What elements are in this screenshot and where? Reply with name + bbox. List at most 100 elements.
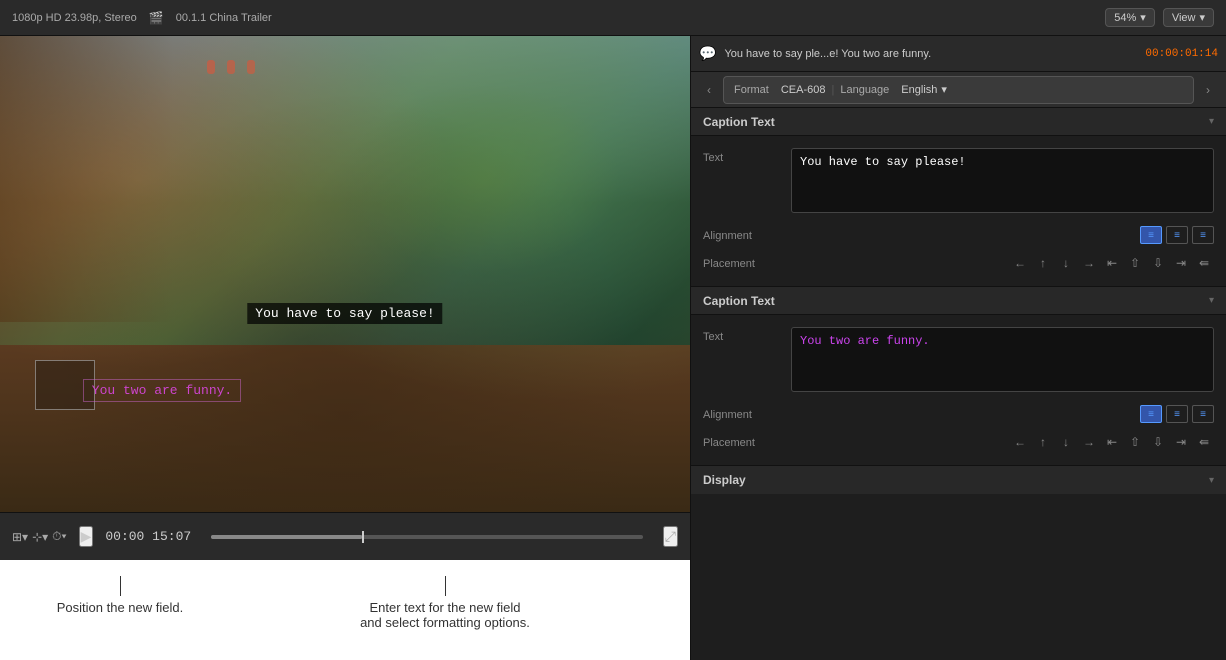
inspector-body[interactable]: Caption Text ▾ Text You have to say plea… bbox=[691, 108, 1226, 660]
video-area[interactable]: You have to say please! You two are funn… bbox=[0, 36, 690, 512]
language-value: English bbox=[901, 84, 937, 96]
play-button[interactable]: ▶ bbox=[79, 526, 94, 547]
section1-alignment-buttons: ≡ ≡ ≡ bbox=[791, 226, 1214, 244]
section2-placement-buttons: ← ↑ ↓ → ⇤ ⇧ ⇩ ⇥ ⇚ bbox=[791, 433, 1214, 451]
section1-text-row: Text You have to say please! bbox=[691, 144, 1226, 222]
caption-white-text: You have to say please! bbox=[255, 306, 434, 321]
section1-text-value[interactable]: You have to say please! bbox=[791, 148, 1214, 218]
placement-far-down-2[interactable]: ⇩ bbox=[1148, 433, 1168, 451]
align-center-button-1[interactable]: ≡ bbox=[1166, 226, 1188, 244]
view-toggle-button[interactable]: ⊞▾ bbox=[12, 530, 28, 544]
placement-reset-2[interactable]: ⇚ bbox=[1194, 433, 1214, 451]
placement-far-right-2[interactable]: ⇥ bbox=[1171, 433, 1191, 451]
section1-alignment-label: Alignment bbox=[703, 226, 783, 242]
caption-navbar: ‹ Format CEA-608 | Language English ▾ › bbox=[691, 72, 1226, 108]
align-left-button-2[interactable]: ≡ bbox=[1140, 405, 1162, 423]
section3-chevron: ▾ bbox=[1209, 475, 1214, 486]
caption-current-preview: You have to say ple...e! You two are fun… bbox=[724, 48, 1137, 60]
zoom-chevron: ▾ bbox=[1140, 11, 1146, 24]
align-left-button-1[interactable]: ≡ bbox=[1140, 226, 1162, 244]
placement-far-right-1[interactable]: ⇥ bbox=[1171, 254, 1191, 272]
top-bar-center: 54% ▾ View ▾ bbox=[1105, 8, 1214, 27]
language-selector[interactable]: English ▾ bbox=[901, 83, 947, 96]
video-background: You have to say please! You two are funn… bbox=[0, 36, 690, 512]
playback-controls-left: ⊞▾ ⊹▾ ⏱▾ bbox=[12, 529, 67, 544]
align-right-button-1[interactable]: ≡ bbox=[1192, 226, 1214, 244]
section2-textarea[interactable]: You two are funny. bbox=[791, 327, 1214, 392]
section2-text-value[interactable]: You two are funny. bbox=[791, 327, 1214, 397]
nav-back-button[interactable]: ‹ bbox=[695, 76, 723, 104]
section1-chevron: ▾ bbox=[1209, 116, 1214, 127]
nav-forward-button[interactable]: › bbox=[1194, 76, 1222, 104]
placement-left-2[interactable]: ← bbox=[1010, 433, 1030, 451]
placement-down-2[interactable]: ↓ bbox=[1056, 433, 1076, 451]
placement-far-up-1[interactable]: ⇧ bbox=[1125, 254, 1145, 272]
caption-topbar: 💬 You have to say ple...e! You two are f… bbox=[691, 36, 1226, 72]
placement-reset-1[interactable]: ⇚ bbox=[1194, 254, 1214, 272]
section3-header[interactable]: Display ▾ bbox=[691, 466, 1226, 494]
view-label: View bbox=[1172, 12, 1196, 24]
caption-white: You have to say please! bbox=[247, 303, 442, 324]
nav-back-icon: ‹ bbox=[707, 83, 711, 97]
fullscreen-button[interactable]: ⤢ bbox=[663, 526, 678, 547]
section1-header[interactable]: Caption Text ▾ bbox=[691, 108, 1226, 136]
placement-far-left-2[interactable]: ⇤ bbox=[1102, 433, 1122, 451]
section2-alignment-row: Alignment ≡ ≡ ≡ bbox=[691, 401, 1226, 429]
section2-text-label: Text bbox=[703, 327, 783, 343]
view-chevron: ▾ bbox=[1199, 11, 1205, 24]
placement-right-1[interactable]: → bbox=[1079, 254, 1099, 272]
section1-text-label: Text bbox=[703, 148, 783, 164]
section2-header[interactable]: Caption Text ▾ bbox=[691, 287, 1226, 315]
section1-title: Caption Text bbox=[703, 115, 775, 129]
clip-name: 00.1.1 China Trailer bbox=[176, 12, 272, 24]
zoom-value: 54% bbox=[1114, 12, 1136, 24]
placement-up-2[interactable]: ↑ bbox=[1033, 433, 1053, 451]
timecode-current: 00:00 bbox=[105, 529, 144, 544]
language-label: Language bbox=[840, 84, 889, 96]
annotation-right: Enter text for the new fieldand select f… bbox=[220, 576, 670, 630]
section2-placement-row: Placement ← ↑ ↓ → ⇤ ⇧ ⇩ ⇥ ⇚ bbox=[691, 429, 1226, 457]
caption-magenta-text: You two are funny. bbox=[92, 383, 232, 398]
align-center-button-2[interactable]: ≡ bbox=[1166, 405, 1188, 423]
placement-far-down-1[interactable]: ⇩ bbox=[1148, 254, 1168, 272]
progress-bar[interactable] bbox=[211, 535, 643, 539]
align-right-button-2[interactable]: ≡ bbox=[1192, 405, 1214, 423]
progress-fill bbox=[211, 535, 362, 539]
transform-button[interactable]: ⊹▾ bbox=[32, 530, 48, 544]
caption-timecode: 00:00:01:14 bbox=[1145, 48, 1218, 60]
caption-bubble-icon: 💬 bbox=[699, 45, 716, 62]
placement-far-left-1[interactable]: ⇤ bbox=[1102, 254, 1122, 272]
annotation-area: Position the new field. Enter text for t… bbox=[0, 560, 690, 660]
section2-alignment-buttons: ≡ ≡ ≡ bbox=[791, 405, 1214, 423]
view-control[interactable]: View ▾ bbox=[1163, 8, 1214, 27]
section1-placement-buttons: ← ↑ ↓ → ⇤ ⇧ ⇩ ⇥ ⇚ bbox=[791, 254, 1214, 272]
nav-forward-icon: › bbox=[1206, 83, 1210, 97]
placement-far-up-2[interactable]: ⇧ bbox=[1125, 433, 1145, 451]
section3-title: Display bbox=[703, 473, 746, 487]
timecode-duration: 15:07 bbox=[152, 529, 191, 544]
section1-textarea[interactable]: You have to say please! bbox=[791, 148, 1214, 213]
playhead bbox=[362, 531, 364, 543]
annotation-left-text: Position the new field. bbox=[57, 600, 183, 615]
section1-placement-label: Placement bbox=[703, 254, 783, 270]
placement-down-1[interactable]: ↓ bbox=[1056, 254, 1076, 272]
annotation-line-right bbox=[445, 576, 446, 596]
section1-body: Text You have to say please! Alignment ≡… bbox=[691, 136, 1226, 287]
speed-button[interactable]: ⏱▾ bbox=[52, 529, 66, 544]
zoom-control[interactable]: 54% ▾ bbox=[1105, 8, 1155, 27]
caption-magenta: You two are funny. bbox=[83, 379, 241, 402]
video-panel: You have to say please! You two are funn… bbox=[0, 36, 690, 660]
section2-chevron: ▾ bbox=[1209, 295, 1214, 306]
scene-overlay bbox=[0, 36, 690, 512]
section1-alignment-row: Alignment ≡ ≡ ≡ bbox=[691, 222, 1226, 250]
placement-right-2[interactable]: → bbox=[1079, 433, 1099, 451]
placement-left-1[interactable]: ← bbox=[1010, 254, 1030, 272]
section2-placement-label: Placement bbox=[703, 433, 783, 449]
annotation-right-text: Enter text for the new fieldand select f… bbox=[360, 600, 530, 630]
format-value: CEA-608 bbox=[781, 84, 826, 96]
placement-up-1[interactable]: ↑ bbox=[1033, 254, 1053, 272]
playback-timecode: 00:00 15:07 bbox=[105, 529, 191, 544]
video-frame: You have to say please! You two are funn… bbox=[0, 36, 690, 512]
camera-icon: 🎬 bbox=[149, 11, 164, 25]
section1-placement-row: Placement ← ↑ ↓ → ⇤ ⇧ ⇩ ⇥ ⇚ bbox=[691, 250, 1226, 278]
